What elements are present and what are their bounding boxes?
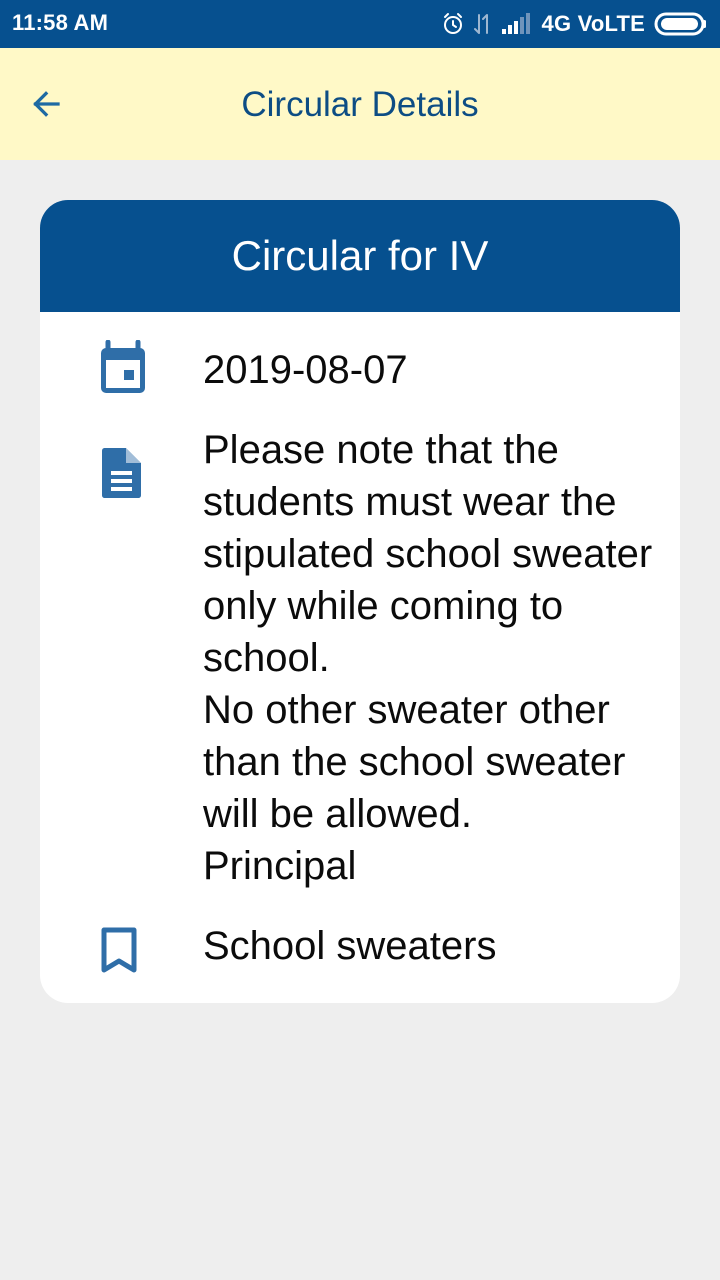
page-title: Circular Details — [241, 85, 479, 124]
calendar-icon — [101, 340, 145, 393]
circular-description: Please note that the students must wear … — [203, 428, 653, 888]
document-icon — [102, 448, 141, 498]
status-bar: 11:58 AM 4G VoLTE — [0, 0, 720, 48]
app-bar: Circular Details — [0, 48, 720, 160]
status-icons: 4G VoLTE — [441, 8, 708, 40]
circular-card: Circular for IV 2019-08-07 Please note t… — [40, 200, 680, 1003]
data-transfer-icon — [473, 14, 488, 34]
circular-subject-row: School sweaters — [40, 920, 680, 980]
circular-subject: School sweaters — [203, 924, 497, 968]
circular-date: 2019-08-07 — [203, 348, 408, 392]
battery-icon — [654, 12, 706, 36]
bookmark-icon — [101, 927, 137, 973]
signal-icon — [501, 13, 530, 34]
circular-description-row: Please note that the students must wear … — [40, 424, 680, 892]
alarm-icon — [443, 13, 462, 34]
circular-date-row: 2019-08-07 — [40, 336, 680, 398]
circular-title: Circular for IV — [40, 200, 680, 312]
network-type: 4G VoLTE — [541, 11, 645, 36]
status-time: 11:58 AM — [12, 10, 109, 35]
